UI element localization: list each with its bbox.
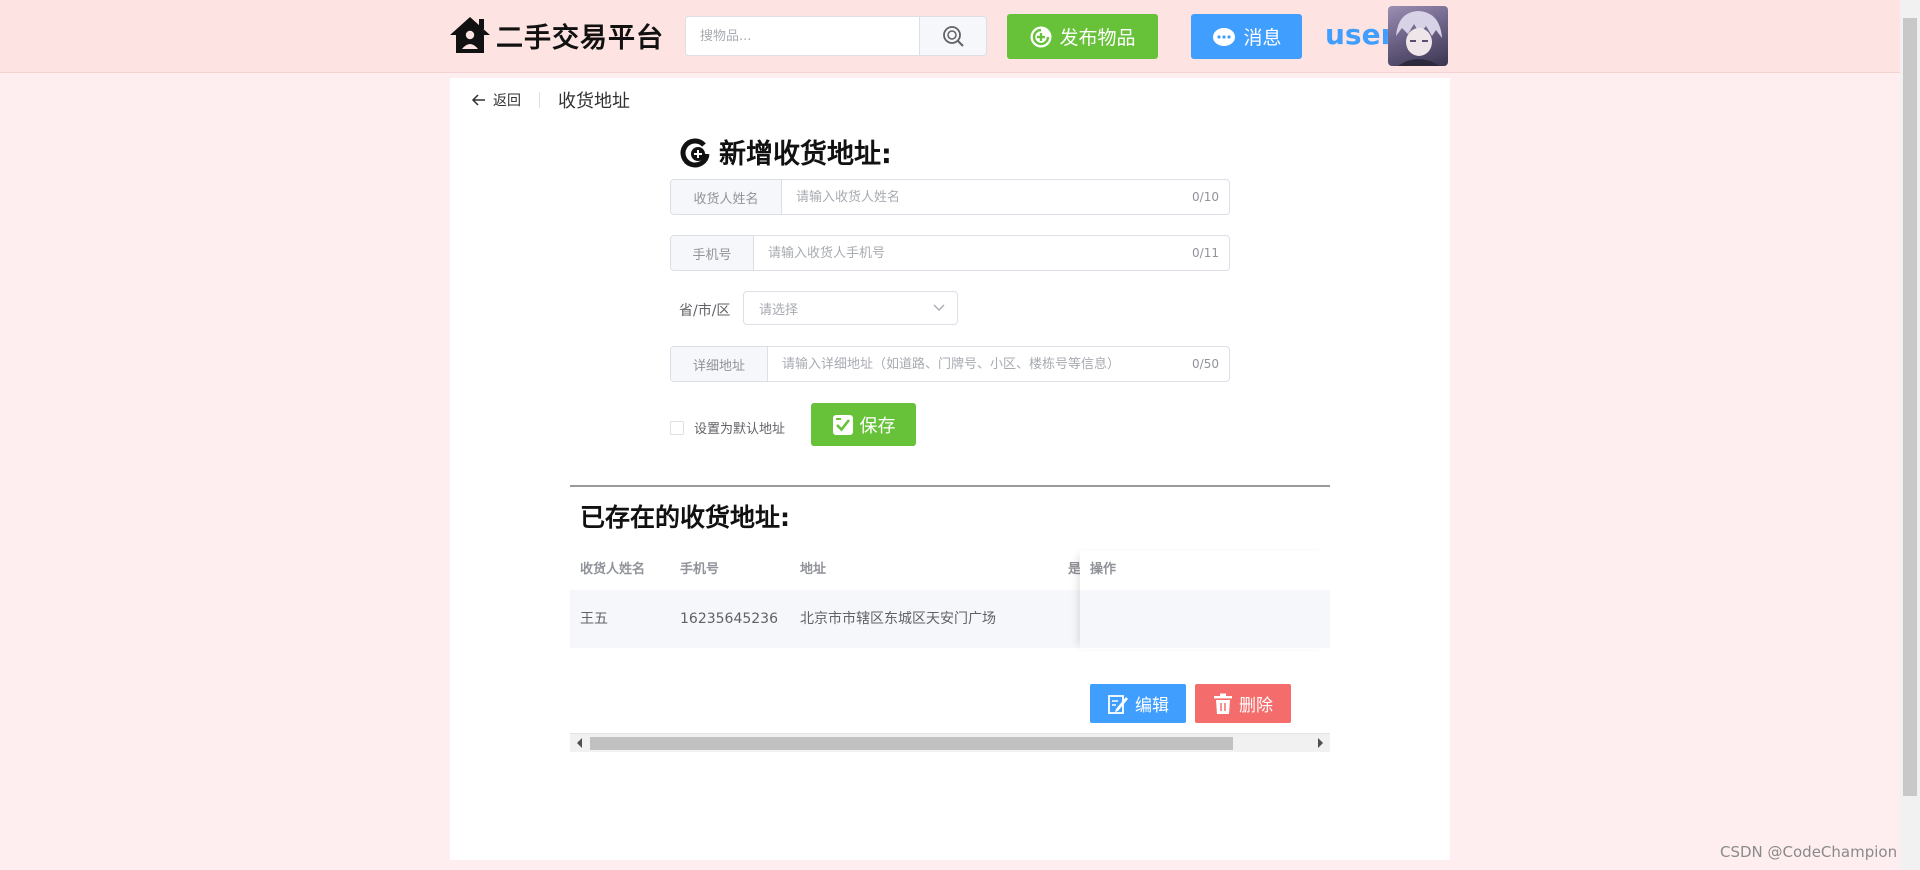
main-panel: 返回 收货地址 新增收货地址: 收货人姓名 0/10 手机号 0/11 省/市/… [450, 78, 1450, 860]
edit-icon [1108, 694, 1128, 714]
default-address-label: 设置为默认地址 [694, 422, 786, 437]
table-horizontal-scrollbar[interactable] [570, 733, 1330, 752]
detail-address-label: 详细地址 [671, 347, 768, 381]
section-divider [570, 485, 1330, 487]
edit-button[interactable]: 编辑 [1090, 684, 1186, 723]
table-scroll-thumb[interactable] [590, 737, 1233, 750]
logo-text: 二手交易平台 [496, 22, 664, 54]
messages-label: 消息 [1243, 27, 1282, 49]
actions-cell [1080, 590, 1330, 648]
username[interactable]: user [1325, 18, 1394, 51]
phone-input[interactable] [754, 236, 1193, 270]
add-circle-icon [680, 138, 710, 167]
chat-icon [1213, 27, 1236, 46]
watermark: CSDN @CodeChampion [1720, 843, 1898, 861]
publish-item-button[interactable]: 发布物品 [1007, 14, 1158, 59]
search-button[interactable] [919, 17, 986, 55]
row-address: 北京市市辖区东城区天安门广场 [800, 611, 996, 627]
back-button[interactable]: 返回 [471, 90, 521, 110]
phone-group: 手机号 0/11 [670, 235, 1230, 271]
avatar[interactable] [1388, 6, 1448, 66]
delete-label: 删除 [1239, 696, 1273, 716]
publish-item-label: 发布物品 [1059, 27, 1136, 49]
top-header: 二手交易平台 发布物品 消息 user [0, 0, 1900, 73]
messages-button[interactable]: 消息 [1191, 14, 1302, 59]
save-label: 保存 [859, 415, 896, 437]
address-table: 收货人姓名 手机号 地址 是 王五 16235645236 北京市市辖区东城区天… [570, 551, 1330, 648]
region-placeholder: 请选择 [759, 302, 799, 318]
form-title-text: 新增收货地址: [719, 139, 892, 170]
receiver-name-group: 收货人姓名 0/10 [670, 179, 1230, 215]
page-scroll-thumb[interactable] [1903, 18, 1917, 796]
region-label: 省/市/区 [679, 303, 731, 319]
default-address-option[interactable]: 设置为默认地址 [670, 418, 785, 437]
scroll-left-arrow[interactable] [577, 738, 582, 748]
page-header: 返回 收货地址 [471, 88, 630, 112]
column-header-address: 地址 [800, 562, 827, 577]
edit-label: 编辑 [1135, 696, 1169, 716]
page-title: 收货地址 [558, 91, 630, 112]
detail-address-input[interactable] [768, 347, 1193, 381]
search-input[interactable] [686, 17, 919, 55]
column-header-name: 收货人姓名 [580, 562, 646, 577]
address-list-title: 已存在的收货地址: [580, 503, 790, 532]
column-header-actions: 操作 [1090, 562, 1117, 577]
default-address-checkbox[interactable] [670, 420, 684, 435]
row-phone: 16235645236 [680, 611, 778, 627]
home-icon [450, 17, 490, 53]
phone-label: 手机号 [671, 236, 754, 270]
avatar-image [1396, 11, 1442, 66]
column-header-phone: 手机号 [680, 562, 720, 577]
trash-icon [1214, 693, 1232, 714]
search-bar [685, 16, 987, 56]
row-name: 王五 [580, 611, 608, 627]
check-square-icon [832, 414, 853, 435]
fixed-actions-column: 操作 [1080, 551, 1330, 649]
save-button[interactable]: 保存 [811, 403, 916, 446]
receiver-name-label: 收货人姓名 [671, 180, 782, 214]
chevron-down-icon [933, 304, 945, 311]
receiver-name-count: 0/10 [1192, 190, 1219, 204]
page-header-divider [539, 92, 540, 108]
actions-header-cell [1080, 551, 1330, 589]
detail-address-group: 详细地址 0/50 [670, 346, 1230, 382]
arrow-left-icon [471, 94, 485, 106]
add-circle-icon [1030, 26, 1052, 47]
region-select[interactable]: 请选择 [743, 291, 958, 325]
page-vertical-scrollbar[interactable] [1900, 0, 1920, 870]
logo[interactable]: 二手交易平台 [448, 10, 664, 60]
scroll-right-arrow[interactable] [1318, 738, 1323, 748]
receiver-name-input[interactable] [782, 180, 1193, 214]
back-label: 返回 [493, 93, 521, 109]
delete-button[interactable]: 删除 [1195, 684, 1291, 723]
detail-address-count: 0/50 [1192, 357, 1219, 371]
form-title: 新增收货地址: [679, 132, 892, 171]
search-icon [943, 26, 964, 47]
phone-count: 0/11 [1192, 246, 1219, 260]
